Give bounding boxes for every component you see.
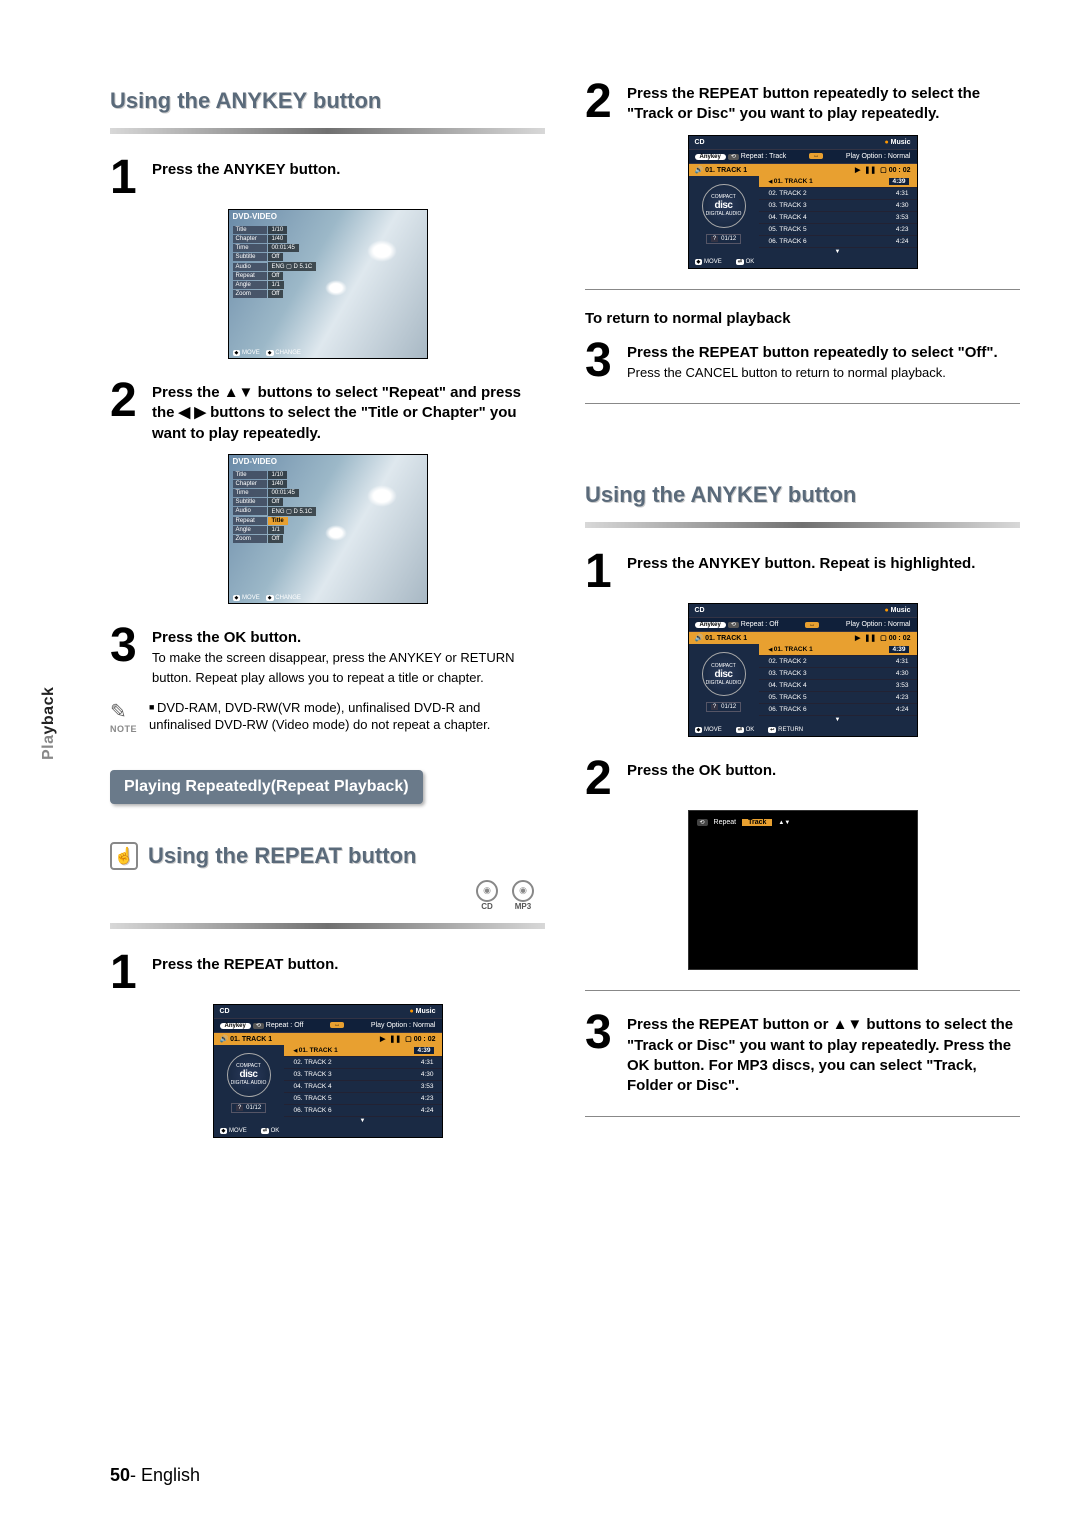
section-title-anykey: Using the ANYKEY button <box>110 88 545 114</box>
step-subtext: To make the screen disappear, press the … <box>152 650 514 685</box>
step-number: 2 <box>585 757 617 800</box>
divider <box>110 923 545 929</box>
pencil-icon: ✎ <box>110 699 137 724</box>
step-text: Press the OK button. <box>627 762 776 779</box>
repeat-popup-screenshot: ⟲ Repeat Track ▲▼ <box>688 810 918 970</box>
step-text: Press the ANYKEY button. Repeat is highl… <box>627 555 975 572</box>
step-number: 2 <box>110 379 142 444</box>
divider <box>585 990 1020 991</box>
step-subtext: Press the CANCEL button to return to nor… <box>627 365 946 380</box>
divider <box>110 128 545 134</box>
divider <box>585 1116 1020 1117</box>
page-footer: 50- English <box>110 1465 200 1486</box>
step-number: 2 <box>585 80 617 125</box>
section-title-anykey2: Using the ANYKEY button <box>585 482 1020 508</box>
step-text: Press the REPEAT button repeatedly to se… <box>627 344 998 361</box>
step-text: Press the REPEAT button. <box>152 956 338 973</box>
step-number: 1 <box>585 550 617 593</box>
step-text: Press the ANYKEY button. <box>152 161 340 178</box>
updown-icon: ▲▼ <box>778 820 790 826</box>
divider <box>585 403 1020 404</box>
divider <box>585 522 1020 528</box>
note-box: ✎ NOTE DVD-RAM, DVD-RW(VR mode), unfinal… <box>110 699 545 734</box>
step-text: Press the REPEAT button repeatedly to se… <box>627 85 980 122</box>
subheading-return-normal: To return to normal playback <box>585 310 1020 327</box>
divider <box>585 289 1020 290</box>
step-text: Press the OK button. <box>152 629 301 646</box>
dvd-screenshot-b: DVD-VIDEO Title1/10Chapter1/40Time00:01:… <box>228 454 428 604</box>
repeat-icon: ⟲ <box>697 819 708 826</box>
section-title-repeat-button: ☝ Using the REPEAT button <box>110 842 545 870</box>
step-text: Press the REPEAT button or ▲▼ buttons to… <box>627 1016 1013 1094</box>
note-text: DVD-RAM, DVD-RW(VR mode), unfinalised DV… <box>149 699 545 734</box>
step-text: Press the ▲▼ buttons to select "Repeat" … <box>152 384 521 442</box>
cd-screenshot-3: CDMusic Anykey ⟲ Repeat : Off ↔ Play Opt… <box>688 603 918 737</box>
disc-badge-cd: ◉CD <box>473 880 501 911</box>
heading-repeat-playback: Playing Repeatedly(Repeat Playback) <box>110 770 423 804</box>
cd-screenshot-1: CDMusic Anykey ⟲ Repeat : Off ↔ Play Opt… <box>213 1004 443 1138</box>
dvd-screenshot-a: DVD-VIDEO Title1/10Chapter1/40Time00:01:… <box>228 209 428 359</box>
step-number: 1 <box>110 951 142 994</box>
side-tab-label: Playback <box>40 687 58 760</box>
disc-badge-mp3: ◉MP3 <box>509 880 537 911</box>
step-number: 3 <box>585 1011 617 1096</box>
hand-icon: ☝ <box>110 842 138 870</box>
step-number: 1 <box>110 156 142 199</box>
cd-screenshot-2: CDMusic Anykey ⟲ Repeat : Track ↔ Play O… <box>688 135 918 269</box>
step-number: 3 <box>110 624 142 689</box>
step-number: 3 <box>585 339 617 384</box>
